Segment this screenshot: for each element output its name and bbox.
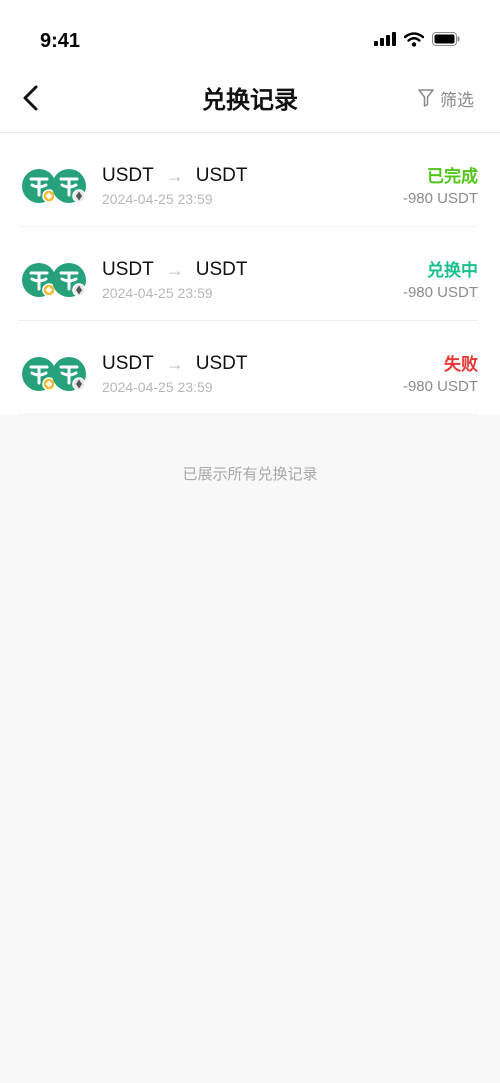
wifi-icon: [404, 31, 424, 47]
arrow-right-icon: →: [165, 165, 184, 186]
record-amount: -980 USDT: [402, 378, 478, 395]
filter-icon: [418, 89, 434, 107]
tether-coin-icon: [52, 169, 86, 203]
coin-pair-icon: [22, 263, 86, 297]
record-row[interactable]: USDT → USDT 2024-04-25 23:59 已完成 -980 US…: [18, 133, 478, 227]
filter-label: 筛选: [440, 90, 474, 110]
record-status: 失败: [444, 355, 478, 374]
currency-pair: USDT → USDT: [102, 165, 247, 187]
from-currency: USDT: [102, 353, 154, 374]
tether-coin-icon: [22, 263, 56, 297]
end-of-list-note: 已展示所有兑换记录: [182, 466, 318, 483]
filter-button[interactable]: 筛选: [418, 84, 474, 112]
from-currency: USDT: [102, 165, 154, 186]
exchange-record-list: USDT → USDT 2024-04-25 23:59 已完成 -980 US…: [0, 133, 500, 415]
tether-coin-icon: [22, 169, 56, 203]
battery-icon: [432, 32, 460, 46]
record-date: 2024-04-25 23:59: [102, 285, 213, 301]
status-bar: 9:41: [0, 0, 500, 70]
to-currency: USDT: [195, 165, 248, 186]
status-icons: [374, 28, 460, 50]
tether-coin-icon: [52, 357, 86, 391]
tether-coin-icon: [22, 357, 56, 391]
status-time: 9:41: [40, 30, 81, 52]
record-row[interactable]: USDT → USDT 2024-04-25 23:59 兑换中 -980 US…: [18, 227, 478, 321]
to-currency: USDT: [195, 353, 248, 374]
arrow-right-icon: →: [165, 259, 184, 280]
coin-pair-icon: [22, 357, 86, 391]
record-row[interactable]: USDT → USDT 2024-04-25 23:59 失败 -980 USD…: [18, 321, 478, 415]
record-status: 已完成: [427, 167, 478, 186]
currency-pair: USDT → USDT: [102, 259, 247, 281]
coin-pair-icon: [22, 169, 86, 203]
signal-icon: [374, 32, 396, 46]
navigation-bar: 兑换记录 筛选: [0, 70, 500, 133]
arrow-right-icon: →: [165, 353, 184, 374]
record-status: 兑换中: [427, 261, 478, 280]
record-amount: -980 USDT: [402, 190, 478, 207]
from-currency: USDT: [102, 259, 154, 280]
tether-coin-icon: [52, 263, 86, 297]
record-date: 2024-04-25 23:59: [102, 379, 213, 395]
currency-pair: USDT → USDT: [102, 353, 247, 375]
record-amount: -980 USDT: [402, 284, 478, 301]
to-currency: USDT: [195, 259, 248, 280]
record-date: 2024-04-25 23:59: [102, 191, 213, 207]
